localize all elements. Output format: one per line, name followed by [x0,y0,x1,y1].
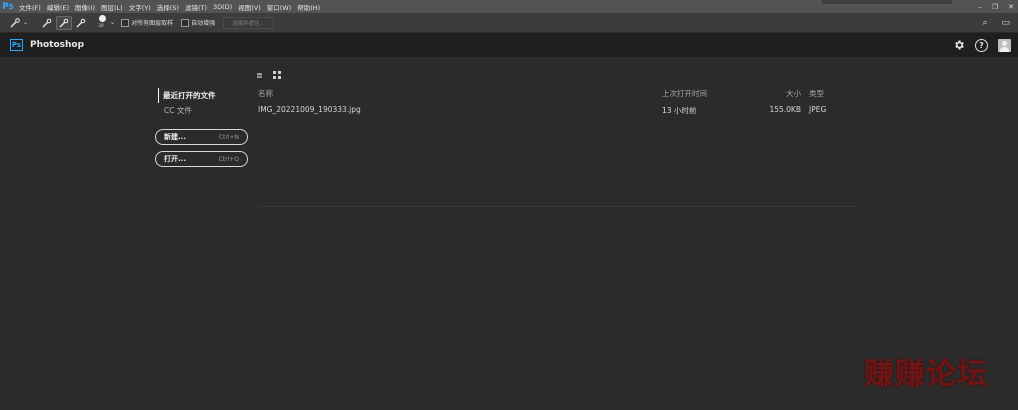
search-icon[interactable]: ⌕ [982,18,987,28]
file-row[interactable]: IMG_20221009_190333.jpg 13 小时前 155.0KB J… [258,105,858,117]
quick-select-tool-icon[interactable] [8,17,22,29]
minimize-button[interactable]: – [978,3,982,11]
auto-enhance-checkbox[interactable]: 自动增强 [181,18,215,27]
file-last-opened: 13 小时前 [662,106,697,115]
ps-logo: Ps [2,1,14,12]
menu-bar: Ps 文件(F) 编辑(E) 图像(I) 图层(L) 文字(Y) 选择(S) 滤… [0,0,1018,13]
gear-icon[interactable] [952,39,965,52]
user-avatar-icon[interactable] [998,38,1011,52]
menu-help[interactable]: 帮助(H) [294,2,323,12]
column-type[interactable]: 类型 [809,88,824,99]
column-size[interactable]: 大小 [755,88,801,99]
watermark: 赚赚论坛 [864,357,988,392]
restore-button[interactable]: ❐ [992,3,998,11]
menu-edit[interactable]: 编辑(E) [44,2,72,12]
column-last-opened[interactable]: 上次打开时间 [662,88,707,99]
workspace-icon[interactable]: ▭ [1001,18,1010,28]
file-size: 155.0KB [769,105,801,114]
new-selection-icon[interactable] [40,17,54,29]
title-area [822,0,952,4]
nav-cc-files[interactable]: CC 文件 [158,103,216,118]
file-type: JPEG [809,105,827,114]
sample-all-layers-checkbox[interactable]: 对所有图层取样 [121,18,173,27]
help-icon[interactable]: ? [975,38,988,52]
close-button[interactable]: ✕ [1008,3,1014,11]
tool-preset-chevron-icon[interactable]: ⌄ [23,19,28,26]
list-view-icon[interactable]: ≣ [256,71,263,81]
brush-size-picker[interactable]: 30 [96,13,110,32]
add-to-selection-icon[interactable] [56,15,73,30]
menu-type[interactable]: 文字(Y) [126,2,154,12]
start-left-nav: 最近打开的文件 CC 文件 [158,88,216,118]
menu-filter[interactable]: 滤镜(T) [182,2,210,12]
header-icons: ? [952,33,1011,57]
options-bar: ⌄ 30 ⌄ 对所有图层取样 自动增强 选择并遮住... ⌕ ▭ [0,13,1018,33]
open-file-button[interactable]: 打开... Ctrl+O [155,151,248,167]
start-header: Ps Photoshop ? [0,33,1018,57]
app-name: Photoshop [30,40,85,50]
file-list-header: 名称 上次打开时间 大小 类型 [258,88,858,100]
menu-file[interactable]: 文件(F) [16,2,44,12]
photoshop-badge-icon: Ps [10,39,23,51]
subtract-selection-icon[interactable] [74,17,88,29]
file-name: IMG_20221009_190333.jpg [258,105,361,114]
brush-tip-icon [99,15,107,22]
menu-image[interactable]: 图像(I) [72,2,98,12]
new-file-label: 新建... [164,133,186,141]
new-file-button[interactable]: 新建... Ctrl+N [155,129,248,145]
nav-recent-files[interactable]: 最近打开的文件 [158,88,216,103]
brush-size-value: 30 [98,24,104,29]
brush-chevron-icon[interactable]: ⌄ [110,19,115,26]
checkbox-box[interactable] [181,18,190,27]
menu-3d[interactable]: 3D(D) [210,3,235,11]
select-and-mask-button[interactable]: 选择并遮住... [223,16,274,29]
view-toggle: ≣ [256,71,281,81]
list-divider [258,206,856,207]
optbar-right-icons: ⌕ ▭ [982,13,1010,32]
thumbnail-view-icon[interactable] [272,71,281,81]
checkbox-box[interactable] [121,18,130,27]
window-controls: – ❐ ✕ [978,0,1014,13]
auto-enhance-label: 自动增强 [191,20,216,27]
menu-window[interactable]: 窗口(W) [264,2,295,12]
new-file-shortcut: Ctrl+N [218,133,239,141]
open-file-label: 打开... [164,155,186,163]
open-file-shortcut: Ctrl+O [218,155,239,163]
menu-view[interactable]: 视图(V) [235,2,264,12]
sample-all-layers-label: 对所有图层取样 [131,20,174,27]
menu-layer[interactable]: 图层(L) [98,2,126,12]
menu-select[interactable]: 选择(S) [154,2,182,12]
column-name[interactable]: 名称 [258,88,273,99]
